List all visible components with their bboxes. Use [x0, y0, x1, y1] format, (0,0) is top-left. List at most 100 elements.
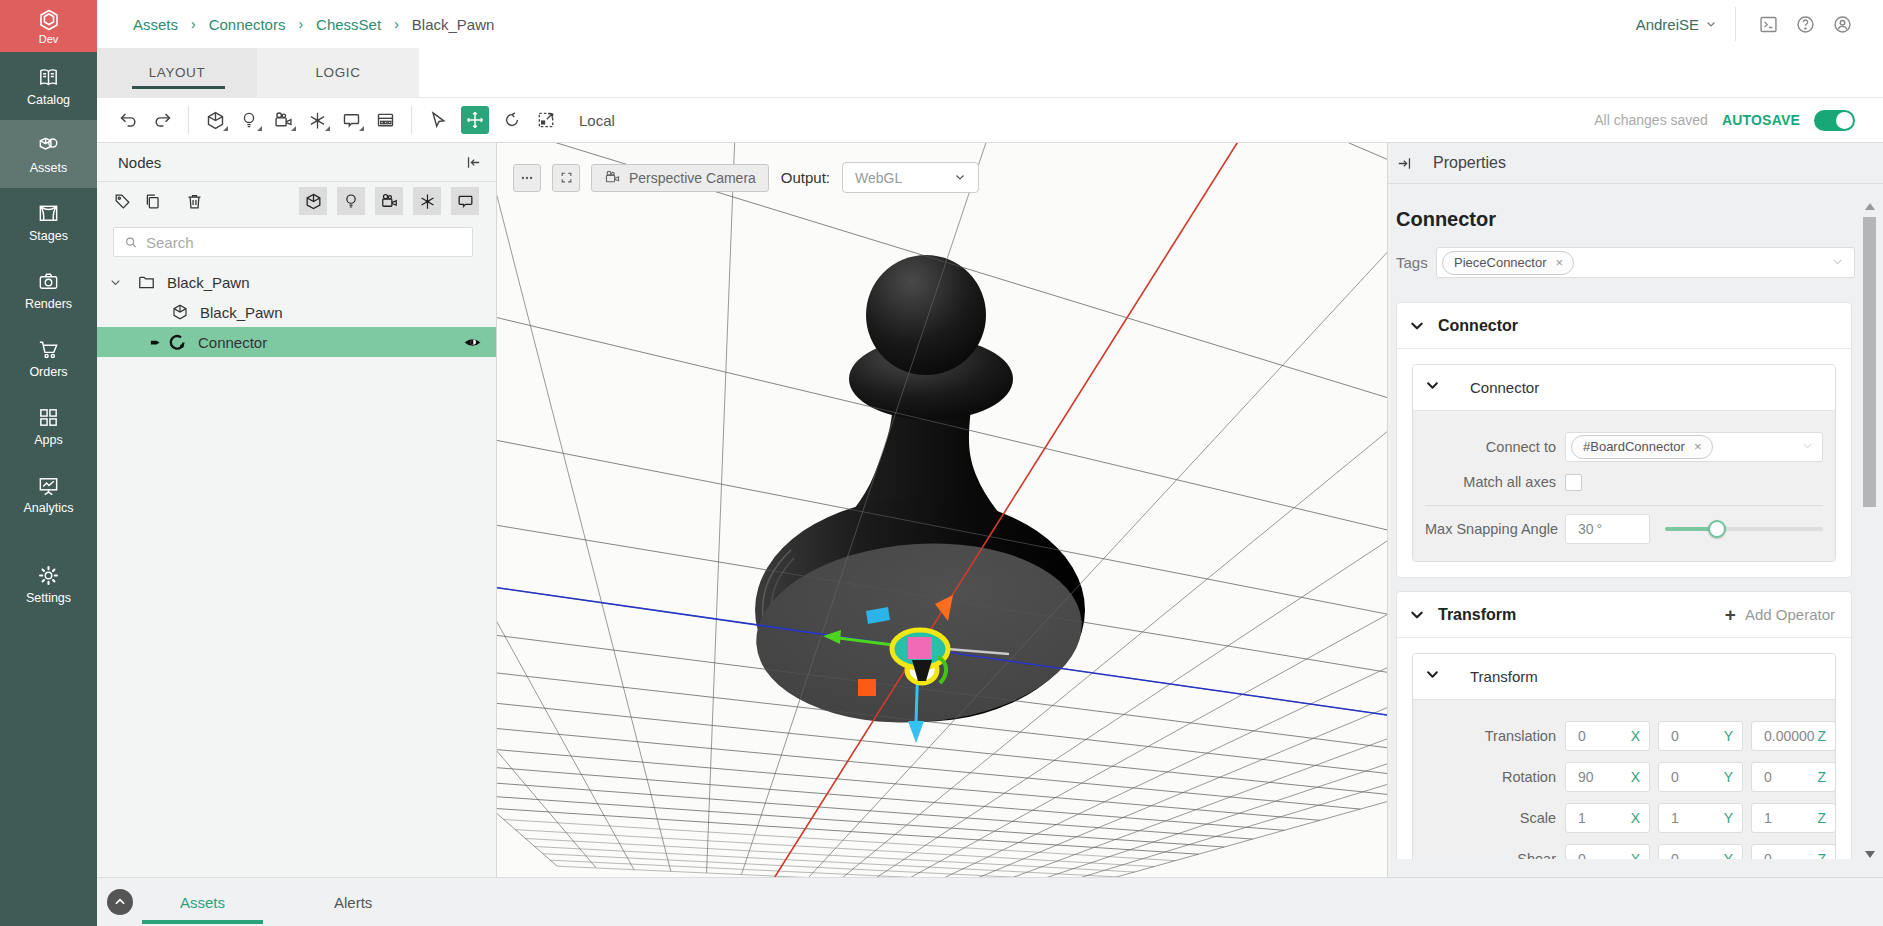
camera-selector-button[interactable]: Perspective Camera	[591, 164, 769, 192]
shear-y-input[interactable]: 0Y	[1658, 844, 1743, 859]
dev-logo[interactable]: Dev	[0, 0, 97, 52]
add-operator-button[interactable]: + Add Operator	[1725, 604, 1835, 626]
nodes-tree: Black_Pawn Black_Pawn Connector	[97, 267, 496, 357]
bottom-bar: Assets Alerts	[97, 877, 1883, 926]
sidebar-item-orders[interactable]: Orders	[0, 324, 97, 392]
remove-tag-icon[interactable]: ×	[1556, 255, 1564, 270]
apps-icon	[37, 406, 60, 429]
remove-tag-icon[interactable]: ×	[1694, 439, 1702, 454]
tag-node-button[interactable]	[107, 187, 137, 215]
delete-node-button[interactable]	[179, 187, 209, 215]
filter-cameras-button[interactable]	[375, 187, 403, 215]
rotation-z-input[interactable]: 0Z	[1751, 762, 1836, 792]
viewport-3d[interactable]: Perspective Camera Output: WebGL	[497, 143, 1387, 877]
value: 1	[1764, 810, 1772, 826]
add-display-button[interactable]	[368, 105, 402, 135]
match-all-axes-checkbox[interactable]	[1565, 474, 1582, 491]
rotation-y-input[interactable]: 0Y	[1658, 762, 1743, 792]
axis-y-label: Y	[1724, 769, 1733, 785]
caret-down-icon[interactable]	[109, 276, 123, 289]
filter-meshes-button[interactable]	[299, 187, 327, 215]
sidebar-item-renders[interactable]: Renders	[0, 256, 97, 324]
tab-logic[interactable]: LOGIC	[257, 48, 419, 97]
connector-group-body: Connect to #BoardConnector ×	[1413, 411, 1835, 561]
scrollbar-down-arrow[interactable]	[1865, 851, 1875, 858]
select-tool-button[interactable]	[421, 105, 455, 135]
transform-section-header[interactable]: Transform + Add Operator	[1397, 592, 1851, 638]
tree-row-folder[interactable]: Black_Pawn	[97, 267, 496, 297]
nodes-toolbar	[97, 182, 496, 220]
connector-section-header[interactable]: Connector	[1397, 303, 1851, 349]
autosave-toggle[interactable]	[1814, 110, 1855, 131]
redo-button[interactable]	[145, 105, 179, 135]
sidebar-item-apps[interactable]: Apps	[0, 392, 97, 460]
chevron-down-icon[interactable]	[1705, 18, 1717, 30]
sidebar-item-assets[interactable]: Assets	[0, 120, 97, 188]
scale-z-input[interactable]: 1Z	[1751, 803, 1836, 833]
breadcrumb-assets[interactable]: Assets	[133, 16, 178, 33]
sidebar-item-analytics[interactable]: Analytics	[0, 460, 97, 528]
transform-group-header[interactable]: Transform	[1413, 654, 1835, 700]
connector-group-header[interactable]: Connector	[1413, 365, 1835, 411]
undo-button[interactable]	[111, 105, 145, 135]
connect-to-select[interactable]: #BoardConnector ×	[1565, 432, 1823, 462]
rotation-x-input[interactable]: 90X	[1565, 762, 1650, 792]
slider-knob[interactable]	[1708, 520, 1726, 538]
expand-bottom-panel-button[interactable]	[107, 889, 133, 915]
add-mesh-button[interactable]	[198, 105, 232, 135]
renders-icon	[37, 270, 60, 293]
collapse-panel-icon[interactable]	[1396, 155, 1413, 172]
visibility-eye-icon[interactable]	[463, 333, 482, 352]
scrollbar[interactable]	[1863, 203, 1876, 858]
add-camera-button[interactable]	[266, 105, 300, 135]
tags-select[interactable]: PieceConnector ×	[1436, 247, 1855, 278]
output-select[interactable]: WebGL	[842, 162, 979, 193]
duplicate-node-button[interactable]	[137, 187, 167, 215]
bottom-tab-alerts[interactable]: Alerts	[296, 878, 410, 926]
add-annotation-button[interactable]	[334, 105, 368, 135]
move-tool-button[interactable]	[461, 106, 489, 134]
translation-y-input[interactable]: 0Y	[1658, 721, 1743, 751]
scrollbar-up-arrow[interactable]	[1865, 203, 1875, 210]
fullscreen-button[interactable]	[552, 164, 580, 192]
viewport-menu-button[interactable]	[513, 164, 541, 192]
scale-y-input[interactable]: 1Y	[1658, 803, 1743, 833]
coordinate-space-selector[interactable]: Local	[579, 112, 615, 129]
add-light-button[interactable]	[232, 105, 266, 135]
sidebar-item-settings[interactable]: Settings	[0, 550, 97, 618]
shear-z-input[interactable]: 0Z	[1751, 844, 1836, 859]
sidebar-item-catalog[interactable]: Catalog	[0, 52, 97, 120]
properties-title: Properties	[1433, 154, 1506, 172]
help-button[interactable]	[1795, 14, 1816, 35]
bottom-tab-assets[interactable]: Assets	[142, 878, 263, 926]
max-snapping-angle-slider[interactable]	[1665, 514, 1823, 544]
tree-row-mesh[interactable]: Black_Pawn	[97, 297, 496, 327]
max-snapping-angle-input[interactable]: 30 °	[1565, 514, 1650, 544]
account-button[interactable]	[1832, 14, 1853, 35]
scrollbar-thumb[interactable]	[1863, 217, 1876, 507]
transform-section: Transform + Add Operator Transform	[1396, 591, 1852, 859]
filter-lights-button[interactable]	[337, 187, 365, 215]
value: 0	[1671, 851, 1679, 859]
collapse-panel-icon[interactable]	[465, 154, 482, 171]
connector-section: Connector Connector Connect to	[1396, 302, 1852, 578]
gizmo-center-handle[interactable]	[908, 637, 932, 659]
tree-row-connector[interactable]: Connector	[97, 327, 496, 357]
filter-connectors-button[interactable]	[413, 187, 441, 215]
breadcrumb-chessset[interactable]: ChessSet	[316, 16, 381, 33]
translation-x-input[interactable]: 0X	[1565, 721, 1650, 751]
breadcrumb-connectors[interactable]: Connectors	[209, 16, 286, 33]
user-menu[interactable]: AndreiSE	[1636, 16, 1699, 33]
translation-z-input[interactable]: 0.00000Z	[1751, 721, 1836, 751]
tab-layout[interactable]: LAYOUT	[97, 48, 257, 97]
sidebar-item-stages[interactable]: Stages	[0, 188, 97, 256]
add-connector-button[interactable]	[300, 105, 334, 135]
console-button[interactable]	[1758, 14, 1779, 35]
scale-tool-button[interactable]	[529, 105, 563, 135]
scale-x-input[interactable]: 1X	[1565, 803, 1650, 833]
rotate-tool-button[interactable]	[495, 105, 529, 135]
gizmo-plane-handle-orange[interactable]	[858, 679, 876, 696]
search-input[interactable]	[146, 234, 462, 251]
filter-annotations-button[interactable]	[451, 187, 479, 215]
shear-x-input[interactable]: 0X	[1565, 844, 1650, 859]
